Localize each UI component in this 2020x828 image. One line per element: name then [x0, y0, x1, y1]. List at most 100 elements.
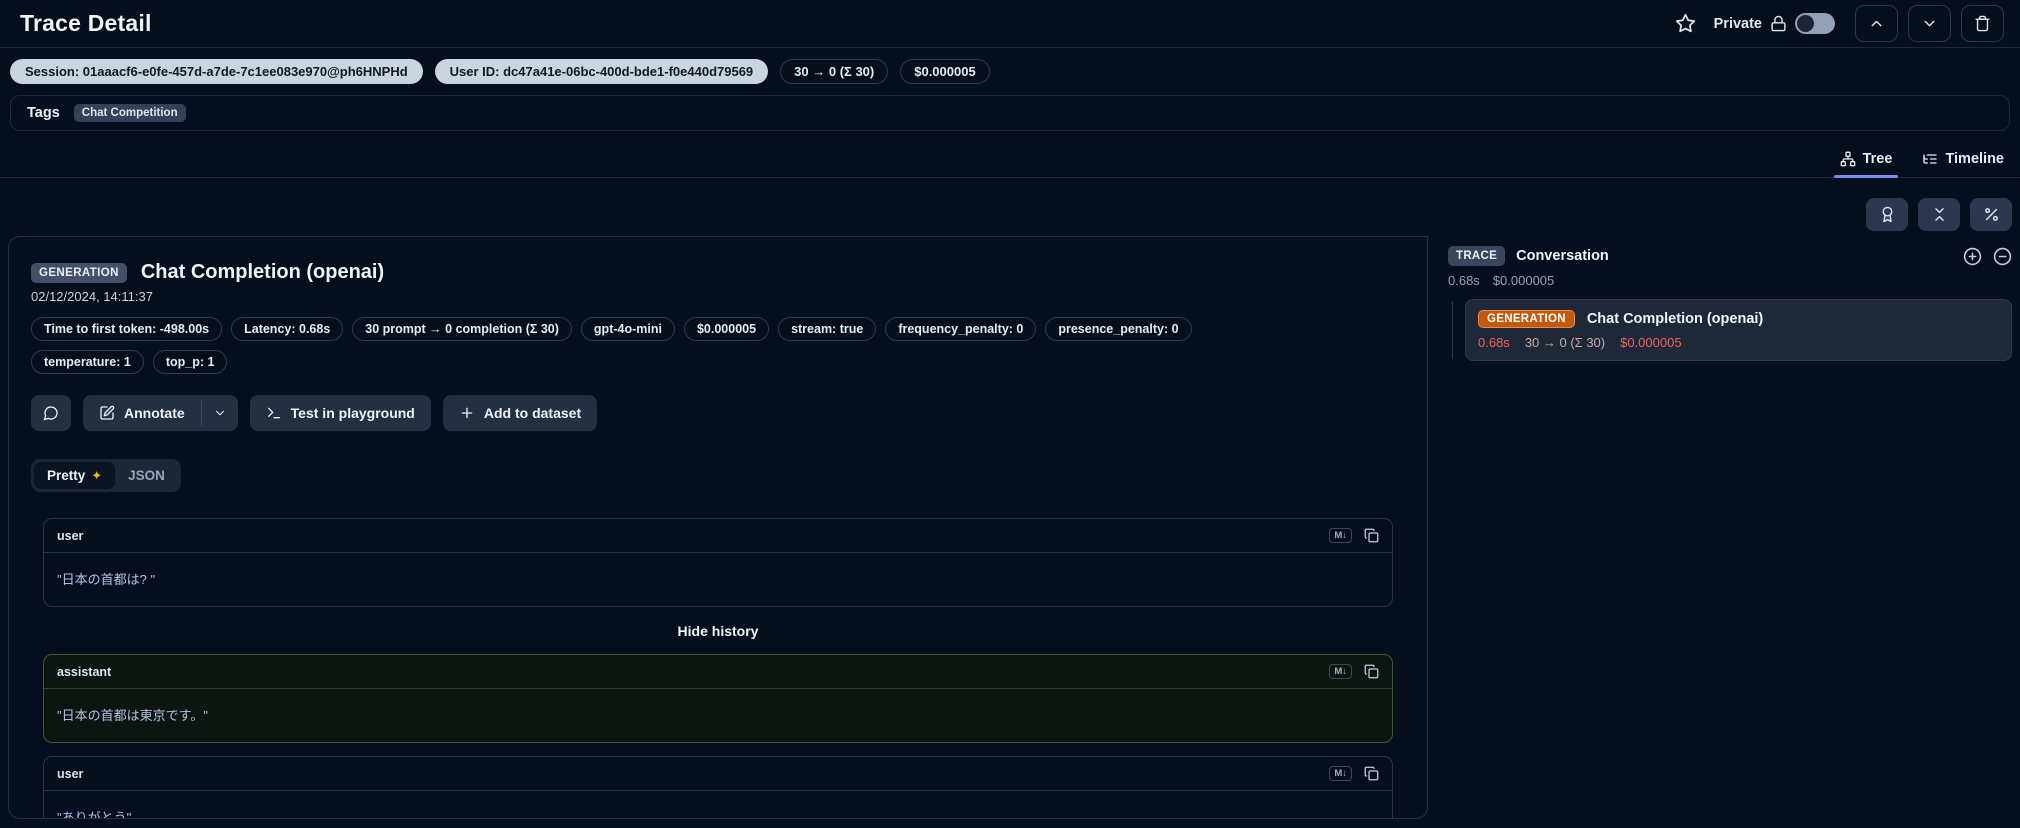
chat-bubble-icon: [43, 406, 58, 421]
message-content: "日本の首都は東京です。": [57, 708, 208, 723]
hide-history-button[interactable]: Hide history: [43, 623, 1393, 639]
expand-all-icon[interactable]: [1963, 247, 1982, 266]
format-json-segment[interactable]: JSON: [115, 462, 178, 489]
message-role: assistant: [57, 664, 112, 679]
format-toggle: Pretty ✦ JSON: [31, 459, 181, 492]
metric-pill: presence_penalty: 0: [1045, 317, 1192, 341]
bookmark-star-icon[interactable]: [1675, 13, 1696, 34]
next-trace-button[interactable]: [1908, 5, 1951, 42]
generation-type-badge: GENERATION: [1478, 310, 1575, 328]
tab-tree[interactable]: Tree: [1833, 145, 1899, 178]
observation-detail-card: Preview Scores GENERATION Chat Completio…: [8, 236, 1428, 819]
trace-metrics: 0.68s $0.000005: [1448, 273, 2012, 288]
timeline-icon: [1923, 154, 1938, 164]
message-role: user: [57, 766, 84, 781]
prev-trace-button[interactable]: [1855, 5, 1898, 42]
annotate-dropdown-button[interactable]: [202, 395, 238, 431]
metric-pill: top_p: 1: [152, 350, 228, 374]
message-content: "日本の首都は? ": [57, 572, 156, 587]
comment-button[interactable]: [31, 395, 71, 431]
annotate-button[interactable]: Annotate: [83, 395, 201, 431]
annotate-label: Annotate: [124, 405, 185, 421]
generation-node-metrics: 0.68s 30 → 0 (Σ 30) $0.000005: [1478, 335, 1999, 350]
markdown-toggle-icon[interactable]: M↓: [1329, 528, 1352, 543]
metric-pill: frequency_penalty: 0: [885, 317, 1037, 341]
terminal-icon: [267, 407, 280, 419]
metric-pill: $0.000005: [683, 317, 770, 341]
percent-icon: [1984, 208, 1998, 221]
page-header: Trace Detail Private: [0, 0, 2020, 48]
trace-type-badge: TRACE: [1448, 246, 1506, 266]
metric-pill: Time to first token: -498.00s: [31, 317, 223, 341]
message-content: "ありがとう": [57, 810, 132, 819]
node-tokens: 30 → 0 (Σ 30): [1524, 335, 1606, 350]
metric-pill: temperature: 1: [31, 350, 144, 374]
playground-label: Test in playground: [290, 405, 415, 421]
node-cost: $0.000005: [1620, 335, 1682, 350]
lock-icon: [1770, 15, 1787, 32]
token-usage-pill: 30 → 0 (Σ 30): [780, 59, 889, 84]
trash-icon: [1975, 15, 1990, 32]
privacy-label: Private: [1713, 15, 1762, 32]
panel-tabs: Preview Scores: [1253, 236, 1428, 237]
public-toggle[interactable]: [1795, 13, 1835, 34]
node-latency: 0.68s: [1478, 335, 1510, 350]
annotate-split-button: Annotate: [83, 395, 238, 431]
pretty-label: Pretty: [47, 468, 86, 483]
tree-node-generation[interactable]: GENERATION Chat Completion (openai) 0.68…: [1465, 299, 2012, 361]
trace-root-row[interactable]: TRACE Conversation: [1448, 246, 2012, 266]
message-role: user: [57, 528, 84, 543]
trace-tree-panel: TRACE Conversation 0.68s $0.000005 GENER…: [1448, 198, 2012, 361]
metric-pill: Latency: 0.68s: [231, 317, 344, 341]
message-user-1: user M↓ "日本の首都は? ": [43, 518, 1393, 607]
markdown-toggle-icon[interactable]: M↓: [1329, 664, 1352, 679]
add-to-dataset-button[interactable]: Add to dataset: [442, 395, 598, 431]
toggle-knob: [1797, 15, 1814, 32]
copy-icon[interactable]: [1364, 664, 1379, 679]
plus-icon: [461, 407, 473, 419]
markdown-toggle-icon[interactable]: M↓: [1329, 766, 1352, 781]
test-in-playground-button[interactable]: Test in playground: [249, 395, 431, 431]
observation-timestamp: 02/12/2024, 14:11:37: [31, 289, 153, 304]
add-to-dataset-label: Add to dataset: [483, 405, 582, 421]
tab-timeline-label: Timeline: [1945, 151, 2004, 167]
tab-tree-label: Tree: [1862, 151, 1893, 167]
view-tabs: Tree Timeline: [0, 135, 2020, 178]
collapse-all-icon[interactable]: [1993, 247, 2012, 266]
metric-pill: gpt-4o-mini: [580, 317, 675, 341]
page-title: Trace Detail: [20, 10, 152, 36]
award-icon: [1882, 206, 1892, 223]
scores-toggle-button[interactable]: [1866, 198, 1908, 231]
copy-icon[interactable]: [1364, 528, 1379, 543]
copy-icon[interactable]: [1364, 766, 1379, 781]
pen-square-icon: [100, 405, 115, 420]
generation-node-title: Chat Completion (openai): [1586, 311, 1764, 327]
message-assistant: assistant M↓ "日本の首都は東京です。": [43, 654, 1393, 743]
metric-pill: stream: true: [778, 317, 877, 341]
collapse-all-button[interactable]: [1918, 198, 1960, 231]
tag-chip[interactable]: Chat Competition: [73, 104, 186, 122]
session-badge[interactable]: Session: 01aaacf6-e0fe-457d-a7de-7c1ee08…: [10, 59, 423, 84]
chevrons-collapse-icon: [1934, 208, 1944, 221]
tab-timeline[interactable]: Timeline: [1920, 145, 2006, 177]
tree-icon: [1840, 151, 1855, 167]
delete-trace-button[interactable]: [1961, 5, 2004, 42]
trace-title: Conversation: [1516, 248, 1609, 264]
metric-pill: 30 prompt → 0 completion (Σ 30): [352, 317, 572, 341]
user-id-badge[interactable]: User ID: dc47a41e-06bc-400d-bde1-f0e440d…: [434, 59, 769, 84]
tags-label: Tags: [27, 105, 60, 121]
observation-metrics: Time to first token: -498.00s Latency: 0…: [31, 317, 1291, 374]
chevron-up-icon: [1871, 20, 1882, 27]
format-pretty-segment[interactable]: Pretty ✦: [34, 462, 116, 489]
chevron-down-icon: [215, 410, 224, 416]
trace-latency: 0.68s: [1448, 273, 1480, 288]
trace-meta-row: Session: 01aaacf6-e0fe-457d-a7de-7c1ee08…: [0, 48, 2020, 93]
cost-pill: $0.000005: [900, 59, 990, 84]
sparkles-icon: ✦: [91, 468, 103, 483]
observation-type-badge: GENERATION: [31, 262, 127, 283]
message-history: user M↓ "日本の首都は? " Hide history assistan…: [31, 518, 1405, 819]
privacy-control: Private: [1714, 13, 1835, 34]
tags-box[interactable]: Tags Chat Competition: [10, 95, 2010, 131]
trace-cost: $0.000005: [1492, 273, 1555, 288]
metrics-toggle-button[interactable]: [1970, 198, 2012, 231]
